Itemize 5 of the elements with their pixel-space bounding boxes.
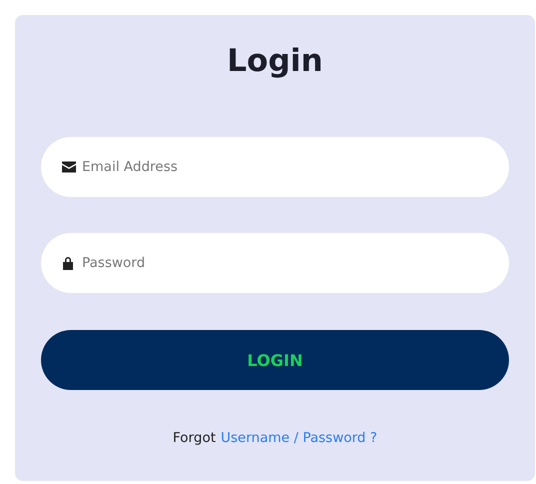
input-field[interactable]: Email Address <box>41 137 509 197</box>
login-title: Login <box>227 42 323 81</box>
login-button[interactable]: LOGIN <box>41 330 509 390</box>
input-field[interactable]: Password <box>41 233 509 293</box>
forgot-text: Forgot <box>172 430 216 446</box>
